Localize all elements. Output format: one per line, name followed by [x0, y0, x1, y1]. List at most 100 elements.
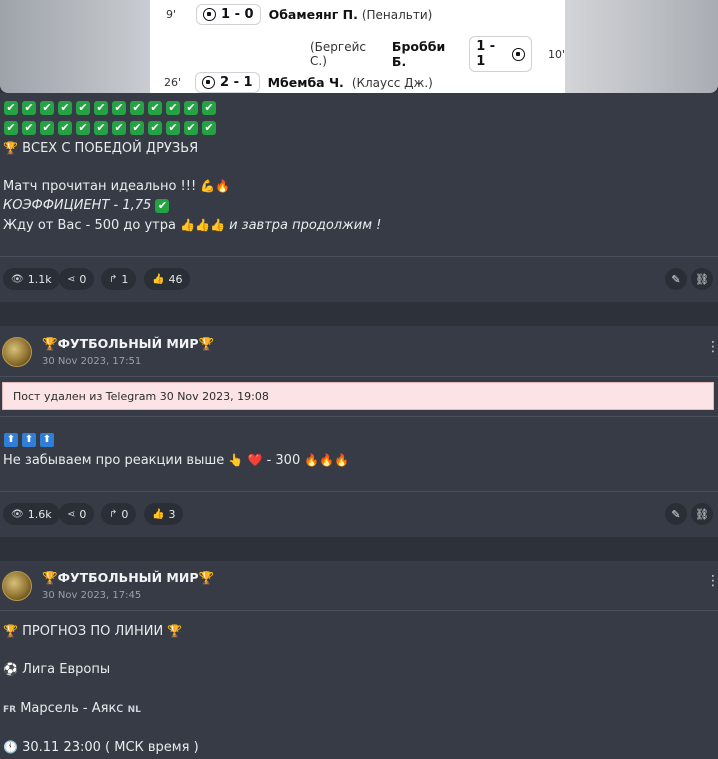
check-icon: ✔: [76, 121, 90, 135]
event-note: (Бергейс С.): [310, 40, 366, 68]
trophy-icon: 🏆: [198, 570, 215, 585]
post-line: КОЭФФИЦИЕНТ - 1,75 ✔: [3, 198, 170, 213]
post-date: 30 Nov 2023, 17:45: [42, 590, 142, 601]
check-row: ✔ ✔ ✔ ✔ ✔ ✔ ✔ ✔ ✔ ✔ ✔ ✔: [4, 121, 216, 135]
trophy-icon: 🏆: [3, 141, 18, 155]
check-icon: ✔: [155, 199, 170, 213]
views-counter[interactable]: 👁 1.6k: [3, 503, 60, 525]
event-score: 1 - 0: [196, 4, 261, 25]
post-line: Жду от Вас - 500 до утра 👍👍👍 и завтра пр…: [3, 218, 382, 233]
check-icon: ✔: [58, 121, 72, 135]
post-gap: [0, 302, 718, 326]
thumbs-up-icon: 👍👍👍: [180, 218, 225, 232]
likes-counter[interactable]: 👍 3: [144, 503, 184, 525]
channel-avatar[interactable]: [2, 337, 32, 367]
channel-name[interactable]: 🏆ФУТБОЛЬНЫЙ МИР🏆: [42, 570, 214, 586]
up-arrow-icon: ⬆: [40, 433, 54, 447]
check-icon: ✔: [22, 101, 36, 115]
shares-counter[interactable]: ⋖ 0: [59, 268, 95, 290]
ball-icon: [512, 47, 525, 61]
event-note: (Клаусс Дж.): [351, 75, 433, 90]
forwards-counter[interactable]: ↱ 0: [101, 503, 137, 525]
check-icon: ✔: [40, 121, 54, 135]
link-button[interactable]: ⛓: [691, 503, 713, 525]
trophy-icon: 🏆: [167, 624, 183, 638]
event-row: 26' 2 - 1 Мбемба Ч. (Клаусс Дж.): [164, 72, 433, 93]
pencil-icon: ✎: [671, 507, 681, 521]
forward-icon: ↱: [109, 508, 118, 520]
check-icon: ✔: [4, 101, 18, 115]
shares-counter[interactable]: ⋖ 0: [59, 503, 95, 525]
check-icon: ✔: [4, 121, 18, 135]
up-arrow-icon: ⬆: [22, 433, 36, 447]
divider: [0, 376, 718, 377]
thumb-icon: 👍: [152, 508, 165, 520]
trophy-icon: 🏆: [198, 336, 215, 351]
deleted-notice: Пост удален из Telegram 30 Nov 2023, 19:…: [2, 382, 714, 410]
event-score: 2 - 1: [195, 72, 260, 93]
soccer-ball-icon: ⚽: [3, 662, 18, 676]
check-icon: ✔: [130, 121, 144, 135]
check-icon: ✔: [112, 101, 126, 115]
check-icon: ✔: [40, 101, 54, 115]
event-score: 1 - 1: [469, 36, 532, 72]
thumb-icon: 👍: [152, 273, 165, 285]
pencil-icon: ✎: [671, 272, 681, 286]
divider: [0, 256, 718, 257]
check-icon: ✔: [184, 121, 198, 135]
check-icon: ✔: [94, 101, 108, 115]
match-preview-image[interactable]: 9' 1 - 0 Обамеянг П. (Пенальти) (Бергейс…: [0, 0, 718, 93]
check-icon: ✔: [202, 101, 216, 115]
check-icon: ✔: [166, 101, 180, 115]
link-icon: ⛓: [695, 507, 709, 521]
post-line: 🏆 ВСЕХ С ПОБЕДОЙ ДРУЗЬЯ: [3, 141, 199, 156]
post-date: 30 Nov 2023, 17:51: [42, 356, 142, 367]
post-line: 🏆 ПРОГНОЗ ПО ЛИНИИ 🏆: [3, 624, 183, 639]
share-icon: ⋖: [67, 273, 76, 285]
edit-button[interactable]: ✎: [665, 268, 687, 290]
trophy-icon: 🏆: [3, 624, 18, 638]
check-icon: ✔: [58, 101, 72, 115]
check-icon: ✔: [130, 101, 144, 115]
event-row: 9' 1 - 0 Обамеянг П. (Пенальти): [166, 4, 432, 25]
check-icon: ✔: [202, 121, 216, 135]
event-minute: 10': [547, 47, 565, 61]
event-note: (Пенальти): [361, 7, 433, 22]
post-gap: [0, 537, 718, 561]
clock-icon: 🕚: [3, 740, 18, 754]
ball-icon: [202, 76, 216, 89]
trophy-icon: 🏆: [42, 336, 58, 351]
more-menu-icon[interactable]: ⋮: [706, 574, 718, 588]
muscle-icon: 💪: [200, 179, 216, 193]
check-icon: ✔: [166, 121, 180, 135]
event-player: Мбемба Ч.: [267, 75, 344, 90]
check-row: ✔ ✔ ✔ ✔ ✔ ✔ ✔ ✔ ✔ ✔ ✔ ✔: [4, 101, 216, 115]
forwards-counter[interactable]: ↱ 1: [101, 268, 137, 290]
fire-icon: 🔥🔥🔥: [304, 453, 350, 467]
channel-name[interactable]: 🏆ФУТБОЛЬНЫЙ МИР🏆: [42, 336, 214, 352]
event-minute: 9': [166, 8, 177, 21]
fire-icon: 🔥: [215, 179, 231, 193]
flag-nl-icon: NL: [127, 705, 141, 715]
preview-blur-left: [0, 0, 150, 93]
check-icon: ✔: [184, 101, 198, 115]
views-counter[interactable]: 👁 1.1k: [3, 268, 60, 290]
divider: [0, 416, 718, 417]
channel-avatar[interactable]: [2, 571, 32, 601]
check-icon: ✔: [148, 101, 162, 115]
eye-icon: 👁: [11, 508, 24, 520]
event-player: Бробби Б.: [391, 39, 446, 69]
check-icon: ✔: [112, 121, 126, 135]
event-minute: 26': [164, 76, 182, 89]
check-icon: ✔: [148, 121, 162, 135]
link-button[interactable]: ⛓: [691, 268, 713, 290]
post-line: Не забываем про реакции выше 👆 ❤️ - 300 …: [3, 453, 350, 468]
more-menu-icon[interactable]: ⋮: [706, 340, 718, 354]
edit-button[interactable]: ✎: [665, 503, 687, 525]
post-line: Матч прочитан идеально !!! 💪🔥: [3, 179, 231, 194]
likes-counter[interactable]: 👍 46: [144, 268, 191, 290]
ball-icon: [203, 8, 217, 21]
post-line: ⚽ Лига Европы: [3, 662, 111, 677]
point-up-icon: 👆: [228, 453, 244, 467]
eye-icon: 👁: [11, 273, 24, 285]
